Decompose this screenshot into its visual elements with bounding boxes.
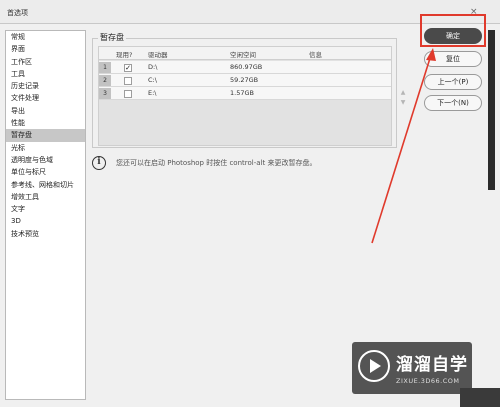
background-corner — [460, 388, 500, 407]
watermark-badge: 溜溜自学 ZIXUE.3D66.COM — [352, 342, 472, 394]
watermark-url: ZIXUE.3D66.COM — [396, 377, 460, 385]
play-logo-icon — [358, 350, 390, 382]
background-strip — [488, 30, 495, 190]
arrow-line — [371, 54, 432, 244]
watermark-name: 溜溜自学 — [396, 355, 468, 375]
arrow-head — [426, 48, 436, 61]
